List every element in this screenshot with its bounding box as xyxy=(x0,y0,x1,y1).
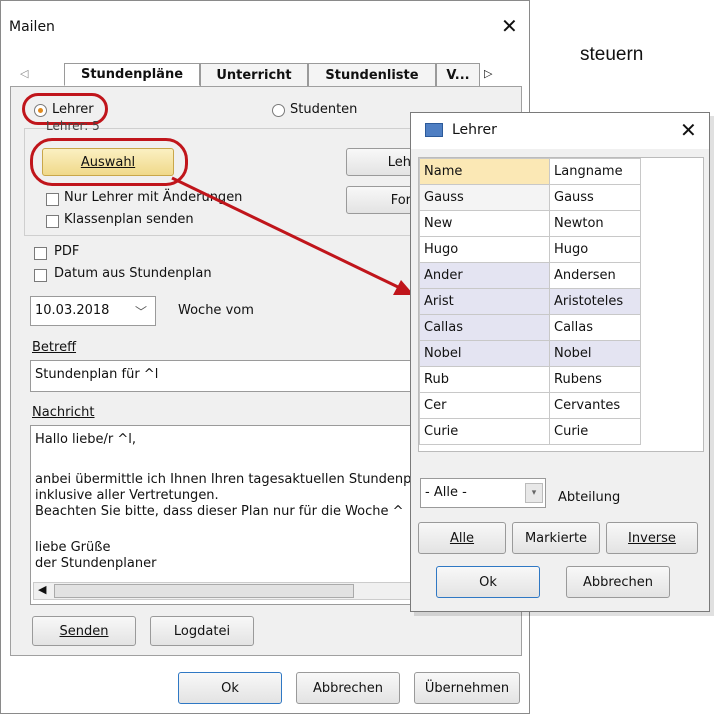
table-cell[interactable]: Cervantes xyxy=(549,392,641,419)
table-row[interactable]: Rub Rubens xyxy=(419,366,641,393)
abteilung-label: Abteilung xyxy=(558,490,621,505)
dialog-abbrechen-button[interactable]: Abbrechen xyxy=(566,566,670,598)
dialog-close-icon[interactable]: ✕ xyxy=(680,118,697,142)
dropdown-button[interactable]: ▾ xyxy=(525,483,543,503)
table-row[interactable]: Hugo Hugo xyxy=(419,236,641,263)
table-row[interactable]: Callas Callas xyxy=(419,314,641,341)
table-cell[interactable]: Gauss xyxy=(419,184,550,211)
table-cell[interactable]: Rub xyxy=(419,366,550,393)
abteilung-select-value: - Alle - xyxy=(425,485,467,500)
table-row[interactable]: Cer Cervantes xyxy=(419,392,641,419)
table-cell[interactable]: Rubens xyxy=(549,366,641,393)
table-row[interactable]: Gauss Gauss xyxy=(419,184,641,211)
lehrer-dialog-icon xyxy=(425,123,443,137)
markierte-button[interactable]: Markierte xyxy=(512,522,600,554)
table-cell[interactable]: Callas xyxy=(549,314,641,341)
table-cell[interactable]: Callas xyxy=(419,314,550,341)
abteilung-select[interactable]: - Alle - ▾ xyxy=(420,478,546,508)
table-row[interactable]: Curie Curie xyxy=(419,418,641,445)
column-header-name[interactable]: Name xyxy=(419,158,550,185)
teacher-table: Name Langname Gauss Gauss New Newton Hugo H… xyxy=(419,158,641,445)
table-cell[interactable]: Andersen xyxy=(549,262,641,289)
table-cell[interactable]: Hugo xyxy=(419,236,550,263)
inverse-button[interactable]: Inverse xyxy=(606,522,698,554)
table-cell[interactable]: Nobel xyxy=(549,340,641,367)
table-cell[interactable]: Hugo xyxy=(549,236,641,263)
table-cell[interactable]: Cer xyxy=(419,392,550,419)
lehrer-dialog-title: Lehrer xyxy=(452,122,497,138)
table-cell[interactable]: Aristoteles xyxy=(549,288,641,315)
table-header-row: Name Langname xyxy=(419,158,641,185)
table-cell[interactable]: Newton xyxy=(549,210,641,237)
tab-stundenplaene[interactable]: Stundenpläne xyxy=(64,63,200,86)
table-cell[interactable]: Nobel xyxy=(419,340,550,367)
table-cell[interactable]: Curie xyxy=(549,418,641,445)
table-cell[interactable]: Gauss xyxy=(549,184,641,211)
table-cell[interactable]: Arist xyxy=(419,288,550,315)
dialog-ok-button[interactable]: Ok xyxy=(436,566,540,598)
table-cell[interactable]: Curie xyxy=(419,418,550,445)
alle-button[interactable]: Alle xyxy=(418,522,506,554)
column-header-langname[interactable]: Langname xyxy=(549,158,641,185)
table-cell[interactable]: Ander xyxy=(419,262,550,289)
table-row[interactable]: Nobel Nobel xyxy=(419,340,641,367)
table-row[interactable]: Arist Aristoteles xyxy=(419,288,641,315)
table-row[interactable]: New Newton xyxy=(419,210,641,237)
table-cell[interactable]: New xyxy=(419,210,550,237)
red-arrow-line xyxy=(171,176,399,289)
table-row[interactable]: Ander Andersen xyxy=(419,262,641,289)
